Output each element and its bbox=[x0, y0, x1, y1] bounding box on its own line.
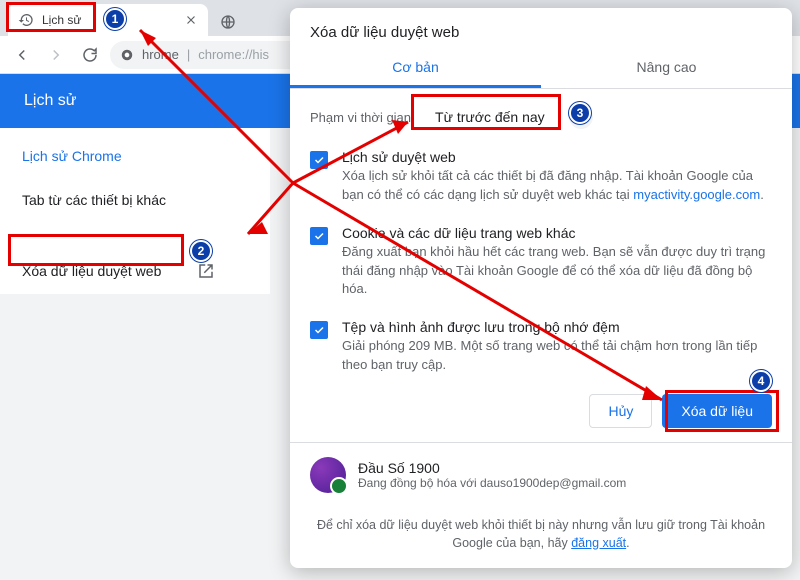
opt1-title: Cookie và các dữ liệu trang web khác bbox=[342, 225, 772, 241]
avatar bbox=[310, 457, 346, 493]
sidebar-clear-data[interactable]: Xóa dữ liệu duyệt web bbox=[0, 248, 270, 294]
tab-title: Lịch sử bbox=[42, 13, 81, 27]
new-tab-button[interactable] bbox=[214, 8, 242, 36]
sidebar-item-other-devices[interactable]: Tab từ các thiết bị khác bbox=[0, 178, 270, 222]
range-value: Từ trước đến nay bbox=[435, 109, 545, 125]
cancel-button[interactable]: Hủy bbox=[589, 394, 652, 428]
omnibox-path: chrome://his bbox=[198, 47, 269, 62]
option-browsing-history[interactable]: Lịch sử duyệt web Xóa lịch sử khỏi tất c… bbox=[310, 149, 772, 205]
dialog-body: Phạm vi thời gian Từ trước đến nay Lịch … bbox=[290, 89, 792, 388]
browser-tab[interactable]: Lịch sử bbox=[8, 4, 208, 36]
opt1-desc: Đăng xuất bạn khỏi hầu hết các trang web… bbox=[342, 244, 765, 297]
dialog-tabs: Cơ bản Nâng cao bbox=[290, 49, 792, 89]
dialog-title: Xóa dữ liệu duyệt web bbox=[290, 8, 792, 49]
opt0-title: Lịch sử duyệt web bbox=[342, 149, 772, 165]
range-label: Phạm vi thời gian bbox=[310, 110, 411, 125]
clear-data-dialog: Xóa dữ liệu duyệt web Cơ bản Nâng cao Ph… bbox=[290, 8, 792, 568]
opt2-title: Tệp và hình ảnh được lưu trong bộ nhớ đệ… bbox=[342, 319, 772, 335]
checkbox-checked-icon[interactable] bbox=[310, 321, 328, 339]
option-cookies[interactable]: Cookie và các dữ liệu trang web khác Đăn… bbox=[310, 225, 772, 300]
clear-data-button[interactable]: Xóa dữ liệu bbox=[662, 394, 772, 428]
time-range-select[interactable]: Từ trước đến nay bbox=[421, 103, 559, 131]
account-name: Đầu Số 1900 bbox=[358, 460, 626, 476]
account-email: dauso1900dep@gmail.com bbox=[480, 476, 626, 490]
history-sidebar: Lịch sử Chrome Tab từ các thiết bị khác … bbox=[0, 128, 270, 294]
chrome-icon bbox=[120, 48, 134, 62]
chevron-down-icon[interactable] bbox=[569, 105, 593, 129]
sidebar-clear-label: Xóa dữ liệu duyệt web bbox=[22, 263, 161, 279]
opt2-desc: Giải phóng 209 MB. Một số trang web có t… bbox=[342, 338, 757, 372]
close-icon[interactable] bbox=[184, 13, 198, 27]
globe-icon bbox=[220, 14, 236, 30]
checkbox-checked-icon[interactable] bbox=[310, 227, 328, 245]
omnibox-host: hrome bbox=[142, 47, 179, 62]
history-icon bbox=[18, 12, 34, 28]
sign-out-link[interactable]: đăng xuất bbox=[571, 536, 626, 550]
tab-advanced[interactable]: Nâng cao bbox=[541, 49, 792, 88]
external-link-icon bbox=[197, 262, 215, 280]
option-cache[interactable]: Tệp và hình ảnh được lưu trong bộ nhớ đệ… bbox=[310, 319, 772, 375]
myactivity-link[interactable]: myactivity.google.com bbox=[633, 187, 760, 202]
dialog-footer: Để chỉ xóa dữ liệu duyệt web khỏi thiết … bbox=[290, 507, 792, 568]
forward-button[interactable] bbox=[42, 41, 70, 69]
checkbox-checked-icon[interactable] bbox=[310, 151, 328, 169]
reload-button[interactable] bbox=[76, 41, 104, 69]
sidebar-item-chrome-history[interactable]: Lịch sử Chrome bbox=[0, 134, 270, 178]
dialog-actions: Hủy Xóa dữ liệu bbox=[290, 388, 792, 442]
tab-basic[interactable]: Cơ bản bbox=[290, 49, 541, 88]
sync-account-row: Đầu Số 1900 Đang đồng bộ hóa với dauso19… bbox=[290, 442, 792, 507]
back-button[interactable] bbox=[8, 41, 36, 69]
